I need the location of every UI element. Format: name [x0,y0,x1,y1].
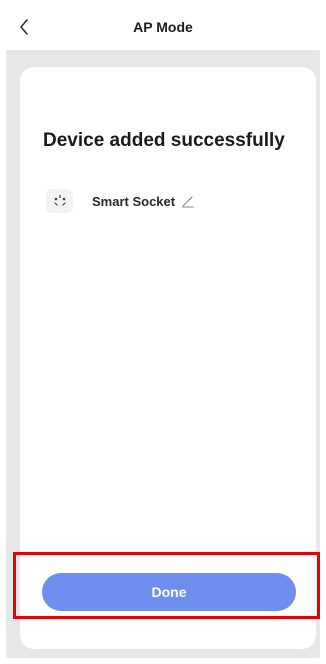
pencil-icon[interactable] [181,194,195,208]
smart-socket-icon [46,189,73,213]
done-button[interactable]: Done [42,573,296,611]
device-row: Smart Socket [46,189,195,213]
page-title: AP Mode [133,19,193,35]
device-name: Smart Socket [92,193,176,209]
success-headline: Device added successfully [43,130,285,151]
